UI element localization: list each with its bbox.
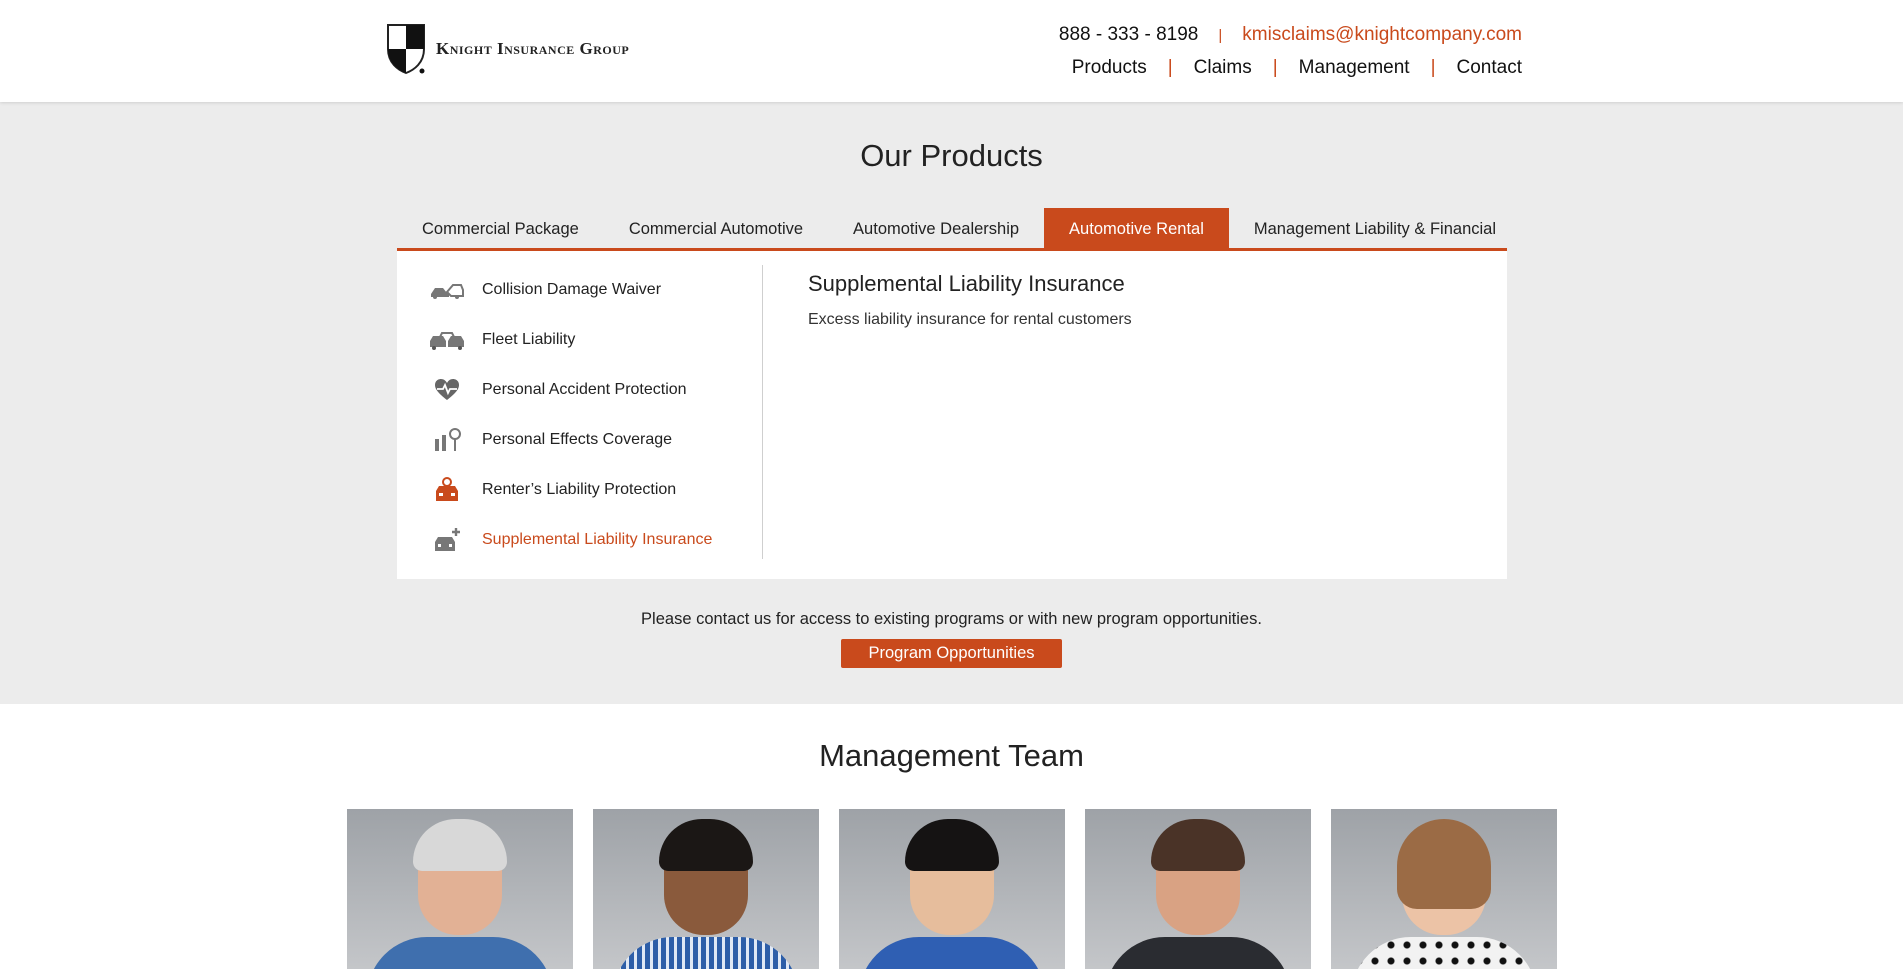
product-detail: Supplemental Liability Insurance Excess …: [808, 271, 1132, 329]
products-title: Our Products: [860, 138, 1043, 173]
list-item-label: Supplemental Liability Insurance: [482, 531, 713, 548]
list-item-collision-damage-waiver[interactable]: Collision Damage Waiver: [427, 265, 762, 315]
list-item-label: Renter’s Liability Protection: [482, 481, 677, 498]
list-item-supplemental-liability-insurance[interactable]: Supplemental Liability Insurance: [427, 515, 762, 565]
email-link[interactable]: kmisclaims@knightcompany.com: [1242, 24, 1522, 46]
nav-products[interactable]: Products: [1072, 57, 1147, 79]
program-opportunities-button[interactable]: Program Opportunities: [841, 639, 1062, 668]
photo-hair: [1151, 819, 1245, 871]
fleet-cars-icon: [427, 327, 467, 353]
main-nav: Products | Claims | Management | Contact: [1072, 57, 1522, 79]
header-contact: 888 - 333 - 8198 | kmisclaims@knightcomp…: [1059, 24, 1522, 46]
team-member-photo[interactable]: [1085, 809, 1311, 969]
tab-automotive-dealership[interactable]: Automotive Dealership: [828, 208, 1044, 248]
list-item-label: Personal Effects Coverage: [482, 431, 673, 448]
site-header: Knight Insurance Group 888 - 333 - 8198 …: [0, 0, 1903, 102]
list-item-label: Personal Accident Protection: [482, 381, 687, 398]
photo-shirt: [367, 937, 553, 969]
phone-number[interactable]: 888 - 333 - 8198: [1059, 24, 1198, 46]
photo-shirt: [1351, 937, 1537, 969]
nav-claims[interactable]: Claims: [1194, 57, 1252, 79]
products-section: Our Products Commercial Package Commerci…: [0, 102, 1903, 704]
car-crash-icon: [427, 277, 467, 303]
tab-automotive-rental[interactable]: Automotive Rental: [1044, 208, 1229, 248]
heart-pulse-icon: [427, 377, 467, 403]
detail-description: Excess liability insurance for rental cu…: [808, 311, 1132, 328]
team-member-photo[interactable]: [839, 809, 1065, 969]
list-item-renters-liability-protection[interactable]: Renter’s Liability Protection: [427, 465, 762, 515]
photo-shirt: [859, 937, 1045, 969]
team-member-photo[interactable]: [593, 809, 819, 969]
team-photos: [347, 809, 1557, 969]
tab-management-liability[interactable]: Management Liability & Financial: [1229, 208, 1521, 248]
team-member-photo[interactable]: [1331, 809, 1557, 969]
nav-contact[interactable]: Contact: [1457, 57, 1522, 79]
photo-hair: [905, 819, 999, 871]
list-item-personal-effects-coverage[interactable]: Personal Effects Coverage: [427, 415, 762, 465]
management-title: Management Team: [819, 738, 1084, 773]
list-item-personal-accident-protection[interactable]: Personal Accident Protection: [427, 365, 762, 415]
car-plus-icon: [427, 527, 467, 553]
photo-hair: [659, 819, 753, 871]
photo-shirt: [1105, 937, 1291, 969]
tab-commercial-package[interactable]: Commercial Package: [397, 208, 604, 248]
tab-commercial-automotive[interactable]: Commercial Automotive: [604, 208, 828, 248]
photo-shirt: [613, 937, 799, 969]
list-item-fleet-liability[interactable]: Fleet Liability: [427, 315, 762, 365]
car-key-icon: [427, 477, 467, 503]
product-tabs: Commercial Package Commercial Automotive…: [397, 208, 1507, 251]
personal-effects-icon: [427, 427, 467, 453]
contact-separator: |: [1218, 26, 1223, 44]
photo-hair: [413, 819, 507, 871]
product-panel: Collision Damage Waiver Fleet Liability …: [397, 251, 1507, 579]
contact-note: Please contact us for access to existing…: [641, 610, 1262, 628]
shield-logo-icon: [387, 24, 425, 75]
photo-hair: [1397, 819, 1491, 909]
nav-separator: |: [1167, 57, 1173, 78]
list-item-label: Fleet Liability: [482, 331, 576, 348]
nav-management[interactable]: Management: [1299, 57, 1410, 79]
nav-separator: |: [1430, 57, 1436, 78]
team-member-photo[interactable]: [347, 809, 573, 969]
logo[interactable]: Knight Insurance Group: [386, 23, 629, 75]
detail-title: Supplemental Liability Insurance: [808, 271, 1125, 296]
nav-separator: |: [1272, 57, 1278, 78]
product-list: Collision Damage Waiver Fleet Liability …: [427, 265, 763, 559]
list-item-label: Collision Damage Waiver: [482, 281, 662, 298]
logo-text: Knight Insurance Group: [436, 39, 630, 58]
